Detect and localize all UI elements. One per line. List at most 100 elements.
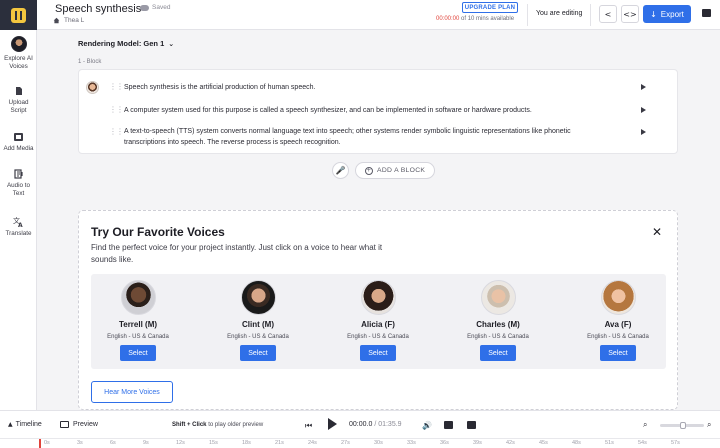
minutes-used: 00:00:00 — [436, 16, 460, 22]
ruler-tick-label: 45s — [539, 440, 548, 446]
ruler-tick-label: 57s — [671, 440, 680, 446]
preview-button[interactable]: Preview — [60, 421, 98, 428]
ruler-tick-label: 39s — [473, 440, 482, 446]
playback-hint: Shift + Click to play older preview — [172, 422, 263, 428]
current-time: 00:00.0 — [349, 421, 373, 428]
zoom-slider-handle[interactable] — [680, 422, 686, 429]
zoom-slider[interactable] — [660, 422, 704, 429]
voice-card[interactable]: Clint (M) English - US & Canada Select — [210, 280, 306, 361]
voice-language: English - US & Canada — [227, 334, 289, 340]
hint-text: to play older preview — [208, 422, 264, 428]
drag-handle-icon[interactable]: ⋮⋮ — [109, 105, 124, 114]
export-button[interactable]: ↓ Export — [643, 5, 691, 23]
sentence-text[interactable]: Speech synthesis is the artificial produ… — [124, 82, 584, 93]
voice-card[interactable]: Alicia (F) English - US & Canada Select — [330, 280, 426, 361]
play-sentence-icon[interactable] — [641, 107, 646, 113]
upgrade-plan-button[interactable]: UPGRADE PLAN — [462, 2, 518, 13]
playhead[interactable] — [39, 439, 41, 448]
rendering-model-label: Rendering Model: Gen 1 — [78, 39, 165, 48]
sentence-text[interactable]: A computer system used for this purpose … — [124, 105, 584, 116]
home-icon[interactable] — [53, 17, 60, 24]
speaker-avatar[interactable] — [86, 81, 99, 94]
logo-icon — [11, 7, 26, 23]
ruler-tick-label: 30s — [374, 440, 383, 446]
chevron-up-icon: ▲ — [8, 421, 13, 428]
sidebar-item-translate[interactable]: 文A Translate — [0, 216, 37, 238]
zoom-in-icon[interactable]: ⌕ — [707, 420, 711, 430]
select-voice-button[interactable]: Select — [120, 345, 156, 361]
select-voice-button[interactable]: Select — [240, 345, 276, 361]
share-button[interactable]: < — [599, 5, 617, 23]
add-block-button[interactable]: + ADD A BLOCK — [355, 162, 436, 179]
translate-icon: 文A — [13, 216, 23, 227]
mic-icon: 🎤 — [335, 166, 346, 175]
header-divider — [527, 4, 528, 26]
play-sentence-icon[interactable] — [641, 129, 646, 135]
breadcrumb-user[interactable]: Thea L — [64, 17, 84, 24]
chat-icon[interactable] — [702, 9, 711, 17]
voice-card[interactable]: Terrell (M) English - US & Canada Select — [90, 280, 186, 361]
sidebar-item-audio-to-text[interactable]: Audio to Text — [0, 169, 37, 198]
header-divider — [590, 4, 591, 26]
timeline-ruler[interactable]: 0s 3s 6s 9s 12s 15s 18s 21s 24s 27s 30s 33s 36s 39s 42… — [0, 438, 720, 448]
voice-name: Alicia (F) — [361, 320, 395, 329]
play-sentence-icon[interactable] — [641, 84, 646, 90]
embed-button[interactable]: <> — [621, 5, 639, 23]
record-button[interactable]: 🎤 — [332, 162, 349, 179]
minutes-usage: 00:00:00 of 10 mins available — [436, 16, 514, 22]
document-title[interactable]: Speech synthesis — [55, 3, 141, 15]
plus-icon: + — [365, 166, 373, 175]
clapperboard-icon[interactable] — [444, 421, 453, 429]
voice-avatar — [120, 280, 156, 315]
select-voice-button[interactable]: Select — [480, 345, 516, 361]
voice-card[interactable]: Charles (M) English - US & Canada Select — [450, 280, 546, 361]
cloud-icon — [140, 4, 149, 11]
volume-icon[interactable]: 🔊 — [422, 421, 432, 430]
captions-icon[interactable] — [467, 421, 476, 429]
app-logo[interactable] — [0, 0, 37, 30]
panel-subtitle: Find the perfect voice for your project … — [91, 243, 383, 264]
ruler-tick-label: 24s — [308, 440, 317, 446]
timeline-toggle[interactable]: ▲ Timeline — [8, 421, 42, 428]
drag-handle-icon[interactable]: ⋮⋮ — [109, 127, 124, 136]
timeline-bar: ▲ Timeline Preview Shift + Click to play… — [0, 410, 720, 438]
block-label: 1 - Block — [78, 59, 102, 65]
close-icon[interactable]: ✕ — [652, 225, 662, 239]
voice-list: Terrell (M) English - US & Canada Select… — [91, 274, 666, 369]
rendering-model-dropdown[interactable]: Rendering Model: Gen 1 ⌄ — [78, 39, 174, 48]
export-label: Export — [660, 9, 684, 19]
favorite-voices-panel: Try Our Favorite Voices Find the perfect… — [78, 210, 678, 410]
sidebar-item-upload-script[interactable]: Upload Script — [0, 86, 37, 115]
skip-back-icon[interactable]: ⏮ — [305, 421, 312, 431]
download-icon: ↓ — [650, 9, 657, 19]
ruler-tick-label: 18s — [242, 440, 251, 446]
voice-card[interactable]: Ava (F) English - US & Canada Select — [570, 280, 666, 361]
play-icon[interactable] — [328, 418, 337, 430]
sidebar-item-explore-voices[interactable]: Explore AI Voices — [0, 36, 37, 71]
ruler-tick-label: 48s — [572, 440, 581, 446]
editing-status: You are editing — [536, 10, 583, 17]
ruler-tick-label: 3s — [77, 440, 83, 446]
zoom-out-icon[interactable]: ⌕ — [643, 420, 647, 430]
breadcrumb: Thea L — [53, 17, 84, 24]
ruler-tick-label: 9s — [143, 440, 149, 446]
sidebar-item-add-media[interactable]: Add Media — [0, 132, 37, 153]
drag-handle-icon[interactable]: ⋮⋮ — [109, 82, 124, 91]
ruler-tick-label: 12s — [176, 440, 185, 446]
sidebar: Explore AI Voices Upload Script Add Medi… — [0, 30, 37, 410]
select-voice-button[interactable]: Select — [360, 345, 396, 361]
voice-language: English - US & Canada — [347, 334, 409, 340]
sidebar-item-label: Upload Script — [8, 99, 29, 114]
ruler-tick-label: 6s — [110, 440, 116, 446]
ruler-tick-label: 21s — [275, 440, 284, 446]
sidebar-item-label: Audio to Text — [6, 182, 31, 197]
sentence-text[interactable]: A text-to-speech (TTS) system converts n… — [124, 126, 584, 148]
upload-icon — [15, 87, 22, 95]
ruler-tick-label: 27s — [341, 440, 350, 446]
sidebar-item-label: Translate — [5, 230, 32, 237]
voice-language: English - US & Canada — [467, 334, 529, 340]
hear-more-voices-button[interactable]: Hear More Voices — [91, 381, 173, 403]
timeline-toggle-label: Timeline — [15, 421, 42, 428]
ruler-tick-label: 51s — [605, 440, 614, 446]
select-voice-button[interactable]: Select — [600, 345, 636, 361]
